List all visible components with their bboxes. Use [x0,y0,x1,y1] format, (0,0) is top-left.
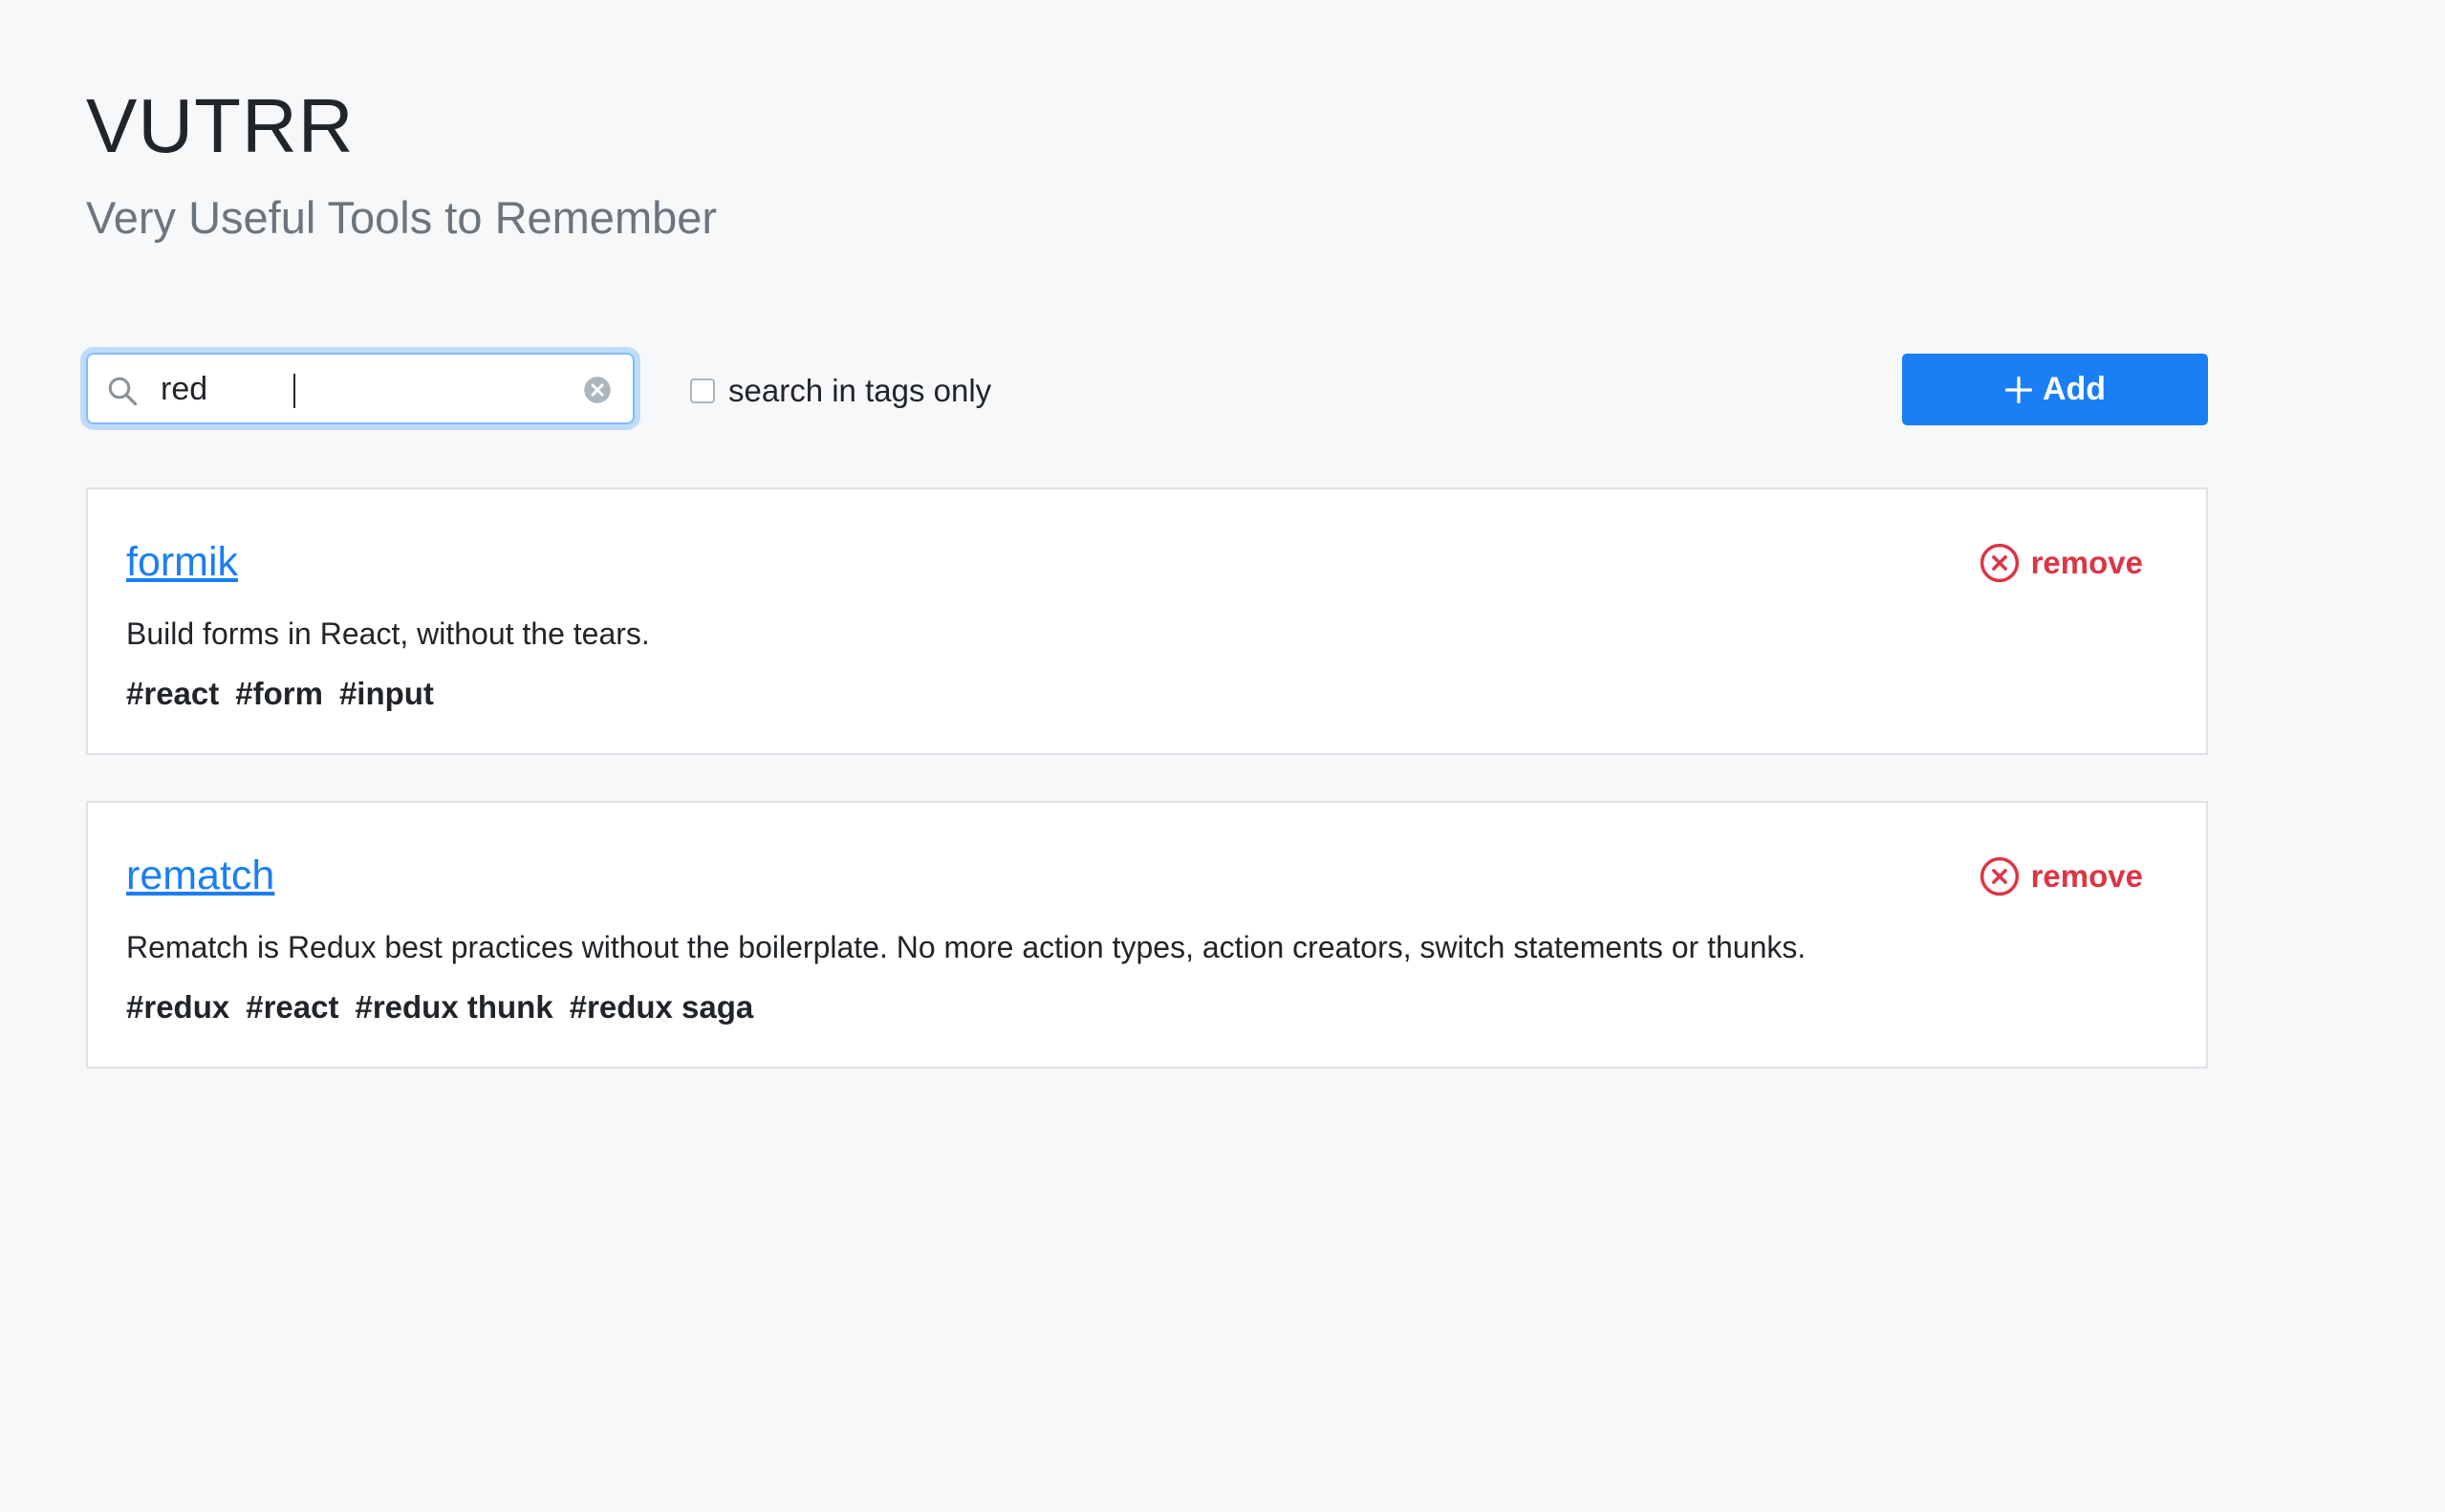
search-icon [108,377,138,406]
remove-button[interactable]: remove [1980,856,2143,896]
tag: #redux saga [569,989,754,1025]
tool-card: rematch remove Rematch is Redux best pra… [86,801,2208,1069]
tag: #react [246,989,339,1025]
remove-label: remove [2030,858,2143,894]
add-button[interactable]: Add [1902,354,2208,425]
search-box[interactable] [86,353,635,424]
tag: #form [235,676,323,711]
tag: #redux thunk [355,989,553,1025]
tool-description: Rematch is Redux best practices without … [126,930,1807,964]
close-circle-icon [1980,856,2019,896]
app-title: VUTRR [86,83,355,168]
search-input[interactable] [161,364,562,414]
clear-circle-icon[interactable] [583,376,612,404]
tool-card: formik remove Build forms in React, with… [86,487,2208,755]
tool-tags: #redux #react #redux thunk #redux saga [126,989,769,1026]
tags-only-label: search in tags only [728,373,992,408]
tags-only-filter[interactable]: search in tags only [690,373,991,409]
tag: #redux [126,989,230,1025]
tool-link[interactable]: rematch [126,853,274,899]
remove-button[interactable]: remove [1980,543,2143,583]
app-subtitle: Very Useful Tools to Remember [86,192,718,243]
plus-icon [2004,376,2033,403]
tool-description: Build forms in React, without the tears. [126,616,650,651]
remove-label: remove [2030,545,2143,580]
tool-tags: #react #form #input [126,676,450,712]
close-circle-icon [1980,543,2019,583]
tag: #input [338,676,434,711]
text-caret [293,374,295,408]
tag: #react [126,676,220,711]
tags-only-checkbox[interactable] [690,378,715,403]
add-button-label: Add [2042,371,2107,407]
tool-link[interactable]: formik [126,539,238,586]
